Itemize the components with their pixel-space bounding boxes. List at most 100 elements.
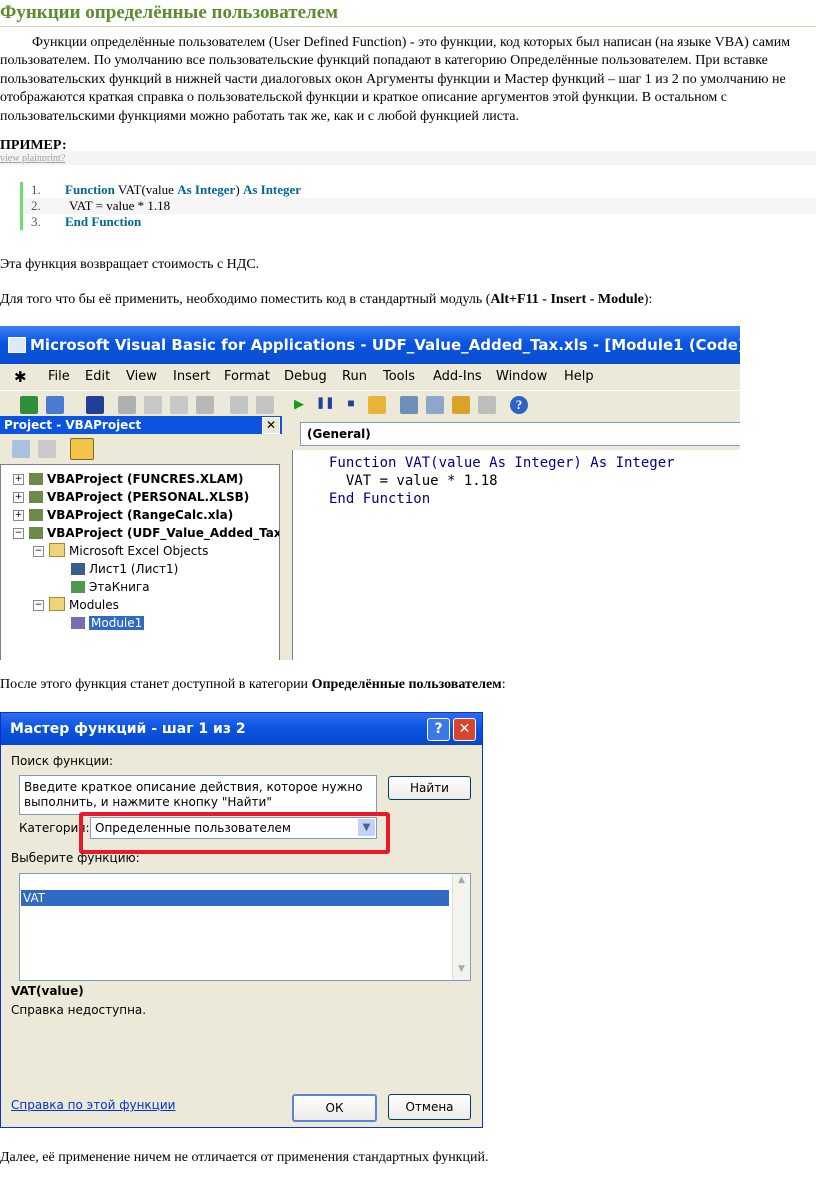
view-code-icon[interactable]	[12, 440, 30, 458]
tree-item[interactable]: Лист1 (Лист1)	[71, 560, 178, 578]
vba-app-icon	[8, 337, 26, 353]
tree-item-label: Microsoft Excel Objects	[69, 544, 209, 558]
menu-help[interactable]: Help	[564, 369, 594, 384]
code-keyword: End Function	[65, 214, 142, 229]
tree-item-selected[interactable]: Module1	[71, 614, 145, 632]
expand-icon[interactable]: +	[13, 492, 24, 503]
collapse-icon[interactable]: −	[33, 546, 44, 557]
save-icon[interactable]	[86, 396, 104, 414]
folder-icon	[49, 597, 65, 611]
ok-button[interactable]: ОК	[292, 1094, 377, 1122]
vba-title-bar: Microsoft Visual Basic for Applications …	[0, 326, 740, 364]
page-title: Функции определённые пользователем	[0, 2, 339, 23]
menu-format[interactable]: Format	[224, 369, 270, 384]
design-mode-icon[interactable]	[368, 396, 386, 414]
menu-run[interactable]: Run	[342, 369, 367, 384]
scroll-down-icon[interactable]: ▼	[454, 964, 469, 979]
close-icon[interactable]: ✕	[262, 417, 280, 434]
after-text-end: :	[501, 677, 506, 692]
tree-item-label: Лист1 (Лист1)	[89, 562, 179, 576]
folder-icon	[49, 543, 65, 557]
object-dropdown-value: (General)	[307, 427, 371, 441]
workbook-icon	[71, 581, 85, 593]
toolbox-icon[interactable]	[478, 396, 496, 414]
help-button[interactable]: ?	[427, 718, 450, 741]
after-category: Определённые пользователем	[311, 677, 502, 692]
tree-item[interactable]: + VBAProject (FUNCRES.XLAM)	[13, 470, 243, 488]
code-line: 1. Function VAT(value As Integer) As Int…	[23, 182, 816, 198]
tree-item[interactable]: + VBAProject (PERSONAL.XLSB)	[13, 488, 249, 506]
cut-icon[interactable]	[118, 396, 136, 414]
tree-item-label: Module1	[89, 616, 145, 630]
help-icon[interactable]: ?	[510, 396, 528, 414]
project-tree: + VBAProject (FUNCRES.XLAM) + VBAProject (…	[0, 464, 280, 660]
menu-tools[interactable]: Tools	[383, 369, 415, 384]
object-browser-icon[interactable]	[452, 396, 470, 414]
menu-debug[interactable]: Debug	[284, 369, 327, 384]
project-icon	[29, 527, 43, 539]
object-dropdown[interactable]: (General)	[300, 422, 740, 446]
expand-icon[interactable]: +	[13, 510, 24, 521]
menu-insert[interactable]: Insert	[173, 369, 210, 384]
editor-code-line: End Function	[329, 491, 431, 507]
expand-icon[interactable]: +	[13, 474, 24, 485]
tree-item-label: VBAProject (RangeCalc.xla)	[47, 508, 234, 522]
list-item[interactable]: VAT	[21, 890, 449, 906]
search-input[interactable]: Введите краткое описание действия, котор…	[19, 775, 377, 815]
tree-item-label: VBAProject (PERSONAL.XLSB)	[47, 490, 250, 504]
menu-window[interactable]: Window	[496, 369, 547, 384]
tree-item[interactable]: − Modules	[33, 596, 119, 614]
view-object-icon[interactable]	[38, 440, 56, 458]
find-button[interactable]: Найти	[388, 776, 471, 800]
project-explorer-icon[interactable]	[400, 396, 418, 414]
find-icon[interactable]	[196, 396, 214, 414]
insert-module-icon[interactable]	[46, 396, 64, 414]
excel-icon[interactable]	[20, 396, 38, 414]
tree-item[interactable]: − VBAProject (UDF_Value_Added_Tax	[13, 524, 280, 542]
code-keyword: As Integer	[242, 182, 302, 197]
copy-icon[interactable]	[144, 396, 162, 414]
pause-icon[interactable]: ❚❚	[316, 396, 334, 414]
sheet-icon	[71, 563, 85, 575]
tree-item[interactable]: − Microsoft Excel Objects	[33, 542, 208, 560]
line-number: 3.	[31, 214, 41, 229]
vat-paragraph: Эта функция возвращает стоимость с НДС.	[0, 257, 260, 272]
function-list[interactable]: VAT ▲ ▼	[19, 873, 471, 981]
project-pane-title: Project - VBAProject ✕	[0, 416, 282, 434]
tree-item-label: Modules	[69, 598, 119, 612]
tree-item-label: VBAProject (UDF_Value_Added_Tax	[47, 526, 280, 540]
code-editor[interactable]: Function VAT(value As Integer) As Intege…	[292, 450, 740, 660]
function-help-link[interactable]: Справка по этой функции	[11, 1098, 175, 1112]
scrollbar[interactable]: ▲ ▼	[452, 874, 470, 980]
toggle-folders-icon[interactable]	[70, 438, 94, 460]
menu-view[interactable]: View	[126, 369, 157, 384]
properties-icon[interactable]	[426, 396, 444, 414]
cancel-button[interactable]: Отмена	[388, 1094, 471, 1120]
code-keyword: As Integer	[177, 182, 236, 197]
menu-edit[interactable]: Edit	[85, 369, 110, 384]
editor-code-line: Function VAT(value As Integer) As Intege…	[329, 455, 675, 471]
dialog-title-bar: Мастер функций - шаг 1 из 2 ? ✕	[1, 713, 482, 745]
project-pane-title-text: Project - VBAProject	[4, 418, 142, 432]
code-text: VAT(value	[114, 182, 178, 197]
undo-icon[interactable]	[230, 396, 248, 414]
code-text: VAT = value * 1.18	[69, 198, 171, 213]
run-icon[interactable]: ▶	[290, 396, 308, 414]
close-button[interactable]: ✕	[453, 718, 476, 741]
menu-file[interactable]: File	[48, 369, 70, 384]
tree-item[interactable]: + VBAProject (RangeCalc.xla)	[13, 506, 233, 524]
menu-addins[interactable]: Add-Ins	[433, 369, 482, 384]
stop-icon[interactable]: ■	[342, 396, 360, 414]
project-icon	[29, 491, 43, 503]
collapse-icon[interactable]: −	[13, 528, 24, 539]
line-number: 1.	[31, 182, 41, 197]
scroll-up-icon[interactable]: ▲	[454, 875, 469, 890]
paste-icon[interactable]	[170, 396, 188, 414]
search-label: Поиск функции:	[11, 754, 114, 768]
redo-icon[interactable]	[256, 396, 274, 414]
collapse-icon[interactable]: −	[33, 600, 44, 611]
after-text: После этого функция станет доступной в к…	[0, 677, 312, 692]
vba-menu-icon: ✱	[14, 368, 27, 386]
view-plain-link[interactable]: view plainprint?	[0, 153, 65, 164]
tree-item[interactable]: ЭтаКнига	[71, 578, 150, 596]
